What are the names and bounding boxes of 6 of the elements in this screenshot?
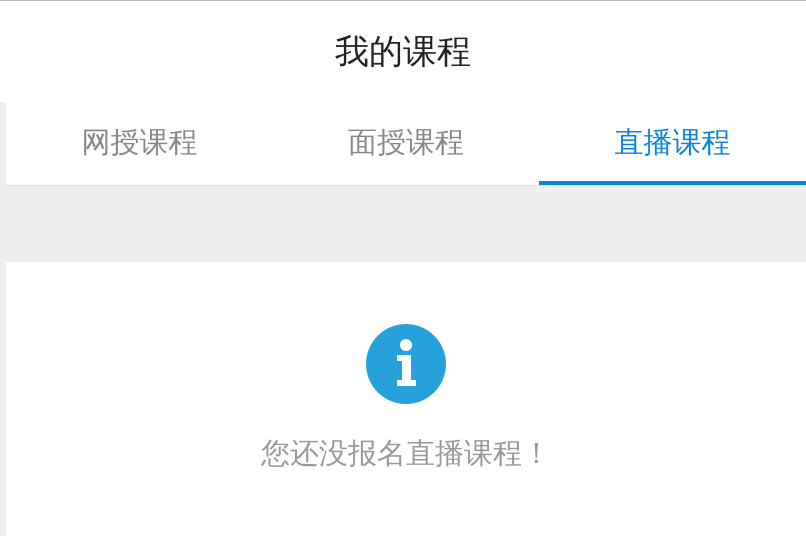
- page-title: 我的课程: [335, 30, 471, 74]
- empty-message: 您还没报名直播课程！: [261, 435, 551, 472]
- tab[interactable]: 网授课程: [6, 102, 273, 185]
- tab[interactable]: 直播课程: [539, 102, 806, 185]
- tab[interactable]: 面授课程: [272, 102, 540, 185]
- info-icon: [366, 324, 446, 404]
